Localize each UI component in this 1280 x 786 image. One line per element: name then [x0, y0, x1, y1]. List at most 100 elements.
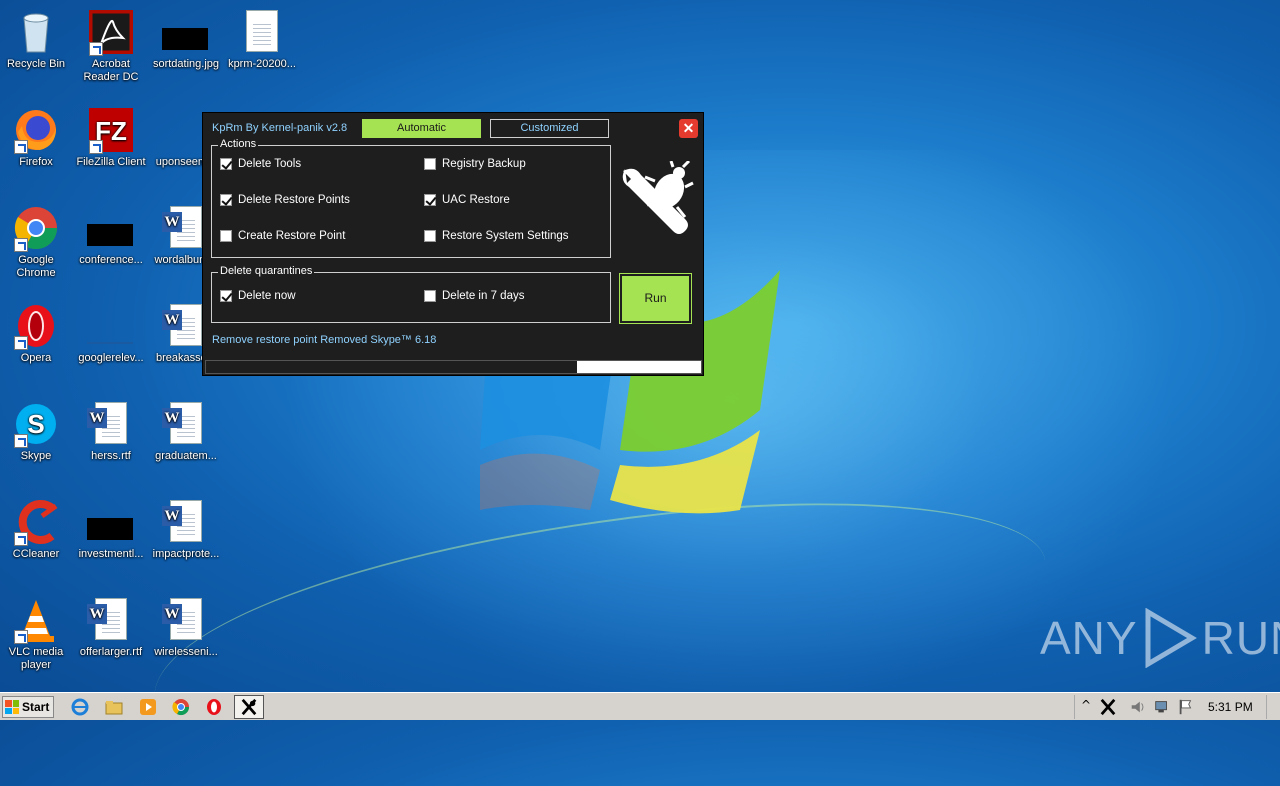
- run-button[interactable]: Run: [619, 273, 692, 324]
- desktop-icon-wirelesseni[interactable]: W wirelesseni...: [148, 596, 224, 659]
- checkbox-box: [220, 194, 232, 206]
- word-doc-icon: W: [87, 604, 107, 624]
- icon-label: Firefox: [19, 156, 53, 168]
- word-doc-icon: W: [162, 408, 182, 428]
- desktop-icon-acrobat[interactable]: Acrobat Reader DC: [73, 8, 149, 84]
- desktop-icon-sortdating[interactable]: sortdating.jpg: [148, 8, 224, 71]
- shortcut-arrow-icon: [14, 336, 28, 350]
- wallpaper-streak: [140, 473, 1060, 786]
- shortcut-arrow-icon: [89, 140, 103, 154]
- icon-label: herss.rtf: [91, 450, 131, 462]
- windows-flag-icon: [5, 700, 19, 714]
- system-tray: ^: [1074, 695, 1194, 719]
- desktop-icon-offerlarger[interactable]: W offerlarger.rtf: [73, 596, 149, 659]
- checkbox-box: [220, 290, 232, 302]
- desktop-icon-opera[interactable]: Opera: [0, 302, 74, 365]
- redacted-thumbnail: [87, 224, 133, 246]
- restore-system-settings-checkbox[interactable]: Restore System Settings: [424, 230, 569, 242]
- internet-explorer-icon[interactable]: [70, 697, 90, 717]
- checkbox-label: Delete now: [238, 290, 296, 302]
- registry-backup-checkbox[interactable]: Registry Backup: [424, 158, 526, 170]
- start-button[interactable]: Start: [2, 696, 54, 718]
- actions-legend: Actions: [218, 138, 259, 150]
- word-doc-icon: W: [87, 408, 107, 428]
- recycle-bin-icon: [23, 13, 49, 53]
- watermark-left-text: ANY: [1040, 612, 1138, 664]
- desktop-icon-conference[interactable]: conference...: [73, 204, 149, 267]
- icon-label: offerlarger.rtf: [79, 646, 143, 658]
- clock[interactable]: 5:31 PM: [1208, 700, 1253, 714]
- kprm-taskbar-button[interactable]: [234, 695, 264, 719]
- checkbox-label: Delete Restore Points: [238, 194, 350, 206]
- delete-in-7-days-checkbox[interactable]: Delete in 7 days: [424, 290, 524, 302]
- icon-label: CCleaner: [12, 548, 60, 560]
- watermark-right-text: RUN: [1201, 612, 1280, 664]
- chrome-taskbar-icon[interactable]: [171, 697, 191, 717]
- redacted-thumbnail: [87, 518, 133, 540]
- icon-label: Skype: [20, 450, 52, 462]
- bug-wrench-icon: [622, 161, 694, 234]
- icon-label: googlerelev...: [78, 352, 144, 364]
- desktop-icon-kprm[interactable]: kprm-20200...: [224, 8, 300, 71]
- opera-taskbar-icon[interactable]: [204, 697, 224, 717]
- file-thumbnail: [87, 342, 133, 344]
- desktop-icon-graduatem[interactable]: W graduatem...: [148, 400, 224, 463]
- shortcut-arrow-icon: [14, 532, 28, 546]
- icon-label: conference...: [79, 254, 143, 266]
- icon-label: impactprote...: [152, 548, 220, 560]
- word-doc-icon: W: [162, 604, 182, 624]
- desktop-icon-skype[interactable]: S Skype: [0, 400, 74, 463]
- desktop-icon-ccleaner[interactable]: CCleaner: [0, 498, 74, 561]
- desktop-icon-investment[interactable]: investmentl...: [73, 498, 149, 561]
- kprm-window: KpRm By Kernel-panik v2.8 Automatic Cust…: [202, 112, 704, 376]
- desktop-icon-vlc[interactable]: VLC media player: [0, 596, 74, 672]
- action-center-flag-icon[interactable]: [1177, 698, 1195, 716]
- quarantine-legend: Delete quarantines: [218, 265, 315, 277]
- icon-label: Acrobat Reader DC: [83, 58, 139, 83]
- checkbox-box: [220, 158, 232, 170]
- tray-expand-icon[interactable]: ^: [1081, 698, 1091, 712]
- close-button[interactable]: ✕: [679, 119, 698, 138]
- desktop-icon-herss[interactable]: W herss.rtf: [73, 400, 149, 463]
- icon-label: Recycle Bin: [6, 58, 66, 70]
- checkbox-label: Restore System Settings: [442, 230, 569, 242]
- volume-icon[interactable]: [1129, 698, 1147, 716]
- desktop-icon-googlerelev[interactable]: googlerelev...: [73, 302, 149, 365]
- checkbox-box: [424, 230, 436, 242]
- redacted-thumbnail: [162, 28, 208, 50]
- icon-label: graduatem...: [155, 450, 217, 462]
- uac-restore-checkbox[interactable]: UAC Restore: [424, 194, 510, 206]
- delete-now-checkbox[interactable]: Delete now: [220, 290, 296, 302]
- icon-label: VLC media player: [8, 646, 64, 671]
- file-explorer-icon[interactable]: [104, 697, 124, 717]
- icon-label: investmentl...: [78, 548, 144, 560]
- desktop-icon-impactprote[interactable]: W impactprote...: [148, 498, 224, 561]
- desktop-icon-chrome[interactable]: Google Chrome: [0, 204, 74, 280]
- desktop-icon-filezilla[interactable]: FZ FileZilla Client: [73, 106, 149, 169]
- tab-customized[interactable]: Customized: [490, 119, 609, 138]
- shortcut-arrow-icon: [14, 238, 28, 252]
- progress-fill: [206, 361, 578, 373]
- media-player-icon[interactable]: [138, 697, 158, 717]
- delete-tools-checkbox[interactable]: Delete Tools: [220, 158, 301, 170]
- taskbar: Start ^ 5:31 PM: [0, 692, 1280, 720]
- checkbox-box: [424, 158, 436, 170]
- desktop-icon-recycle-bin[interactable]: Recycle Bin: [0, 8, 74, 71]
- network-icon[interactable]: [1153, 698, 1171, 716]
- create-restore-point-checkbox[interactable]: Create Restore Point: [220, 230, 345, 242]
- word-doc-icon: W: [162, 506, 182, 526]
- icon-label: Google Chrome: [16, 254, 56, 279]
- icon-label: wirelesseni...: [154, 646, 218, 658]
- word-doc-icon: W: [162, 212, 182, 232]
- show-desktop-button[interactable]: [1266, 695, 1278, 719]
- checkbox-label: Delete in 7 days: [442, 290, 525, 302]
- kprm-tray-icon[interactable]: [1099, 698, 1117, 716]
- desktop-icon-firefox[interactable]: Firefox: [0, 106, 74, 169]
- checkbox-box: [220, 230, 232, 242]
- delete-restore-points-checkbox[interactable]: Delete Restore Points: [220, 194, 350, 206]
- shortcut-arrow-icon: [89, 42, 103, 56]
- status-text: Remove restore point Removed Skype™ 6.18: [212, 334, 437, 346]
- checkbox-label: UAC Restore: [442, 194, 510, 206]
- checkbox-label: Delete Tools: [238, 158, 302, 170]
- tab-automatic[interactable]: Automatic: [362, 119, 481, 138]
